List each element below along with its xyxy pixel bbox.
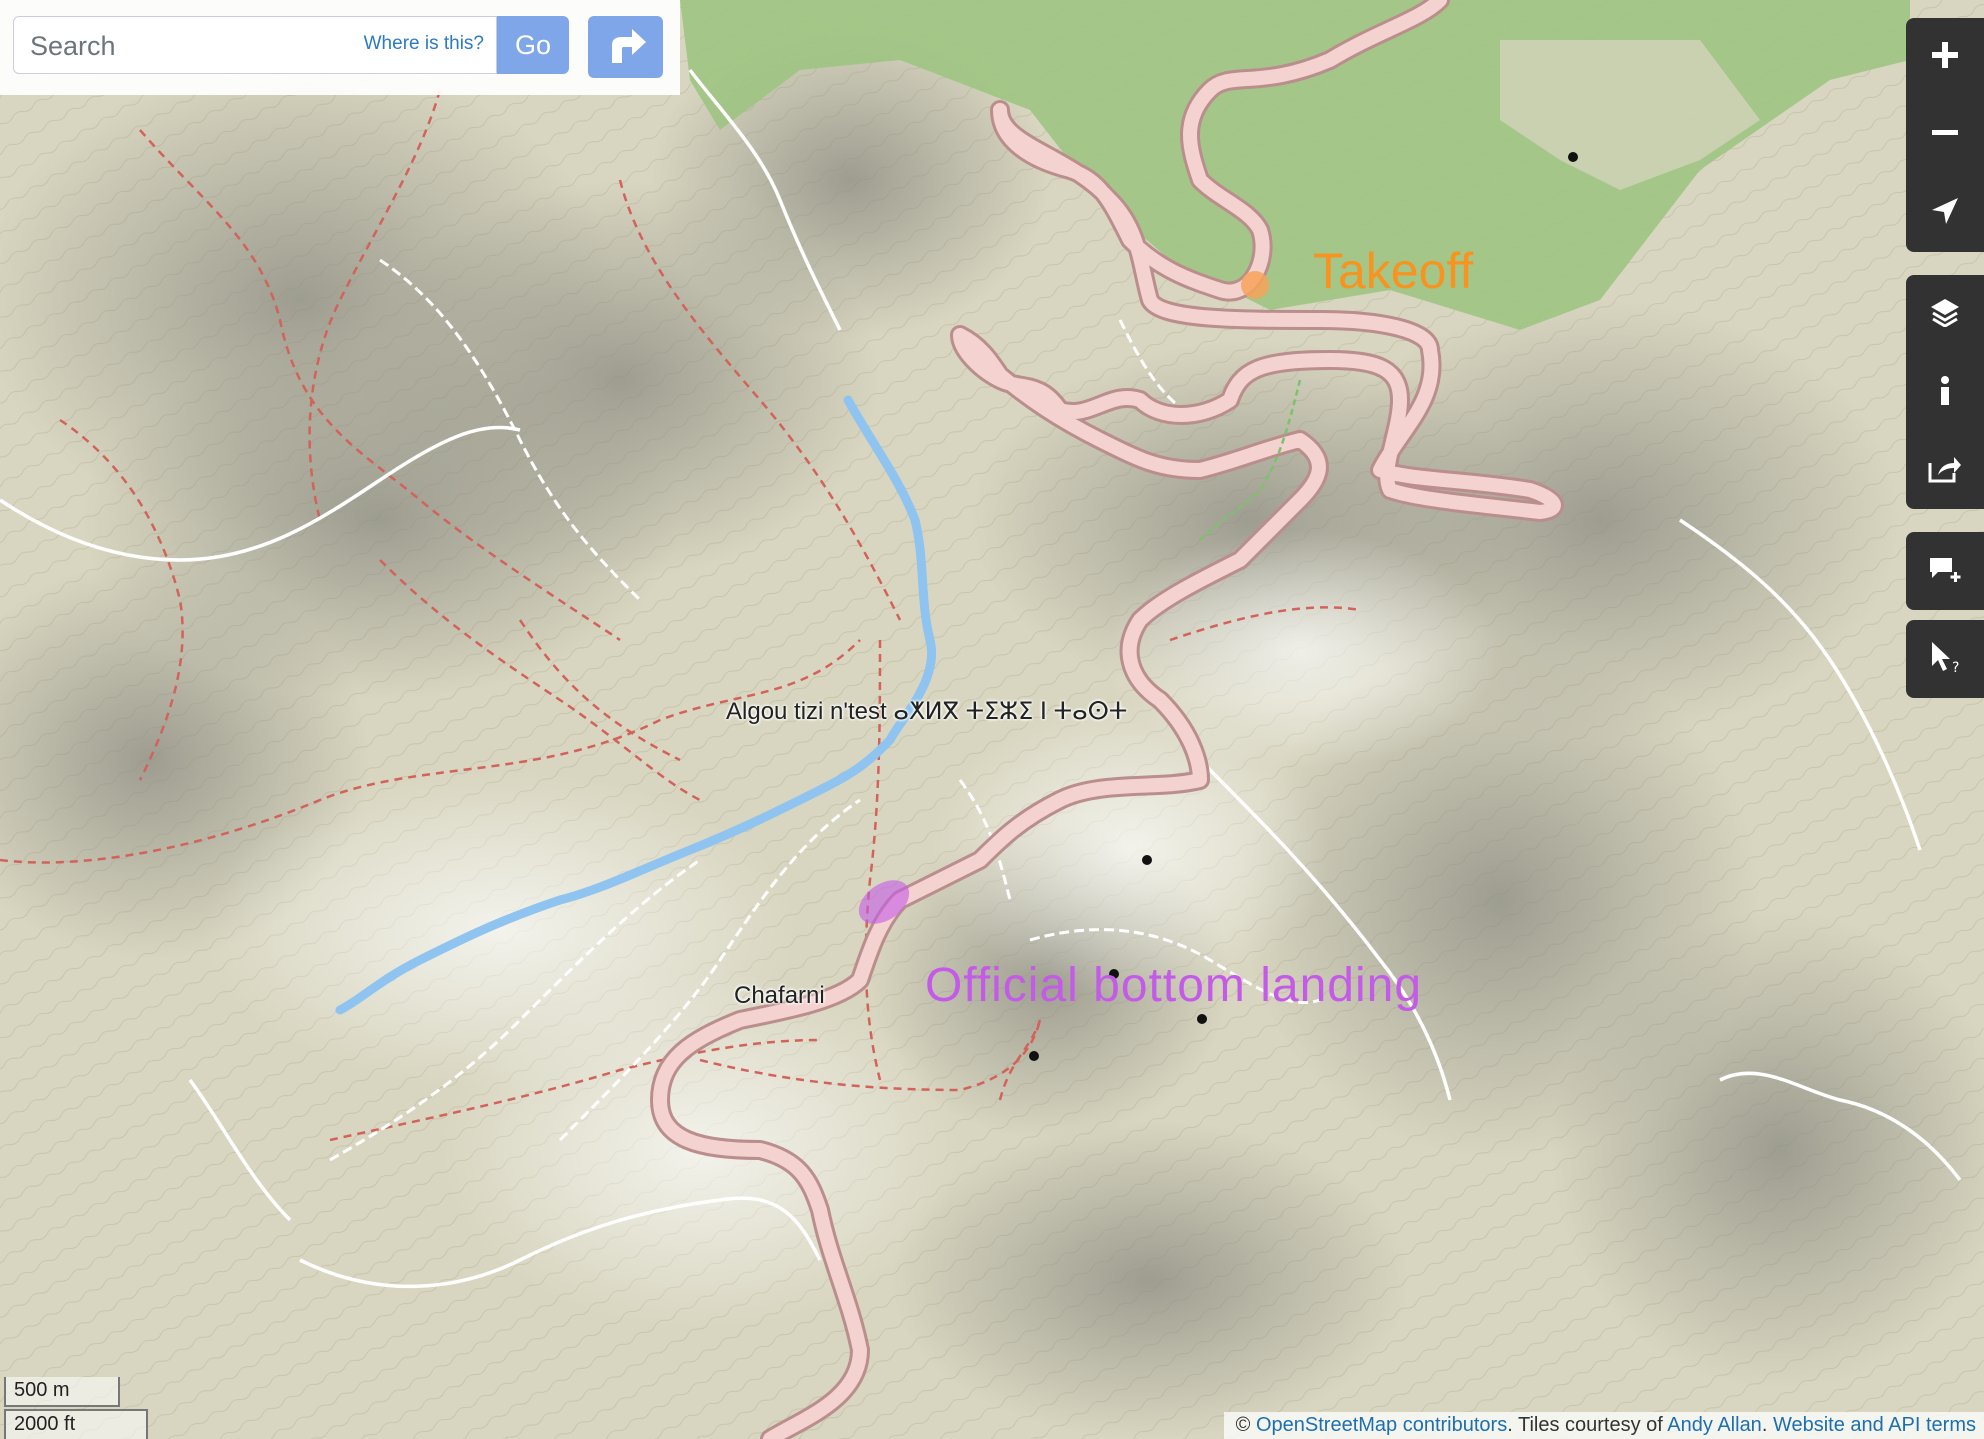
- map-tool-controls: [1906, 275, 1984, 509]
- takeoff-marker[interactable]: [1241, 271, 1269, 299]
- attribution-middle: . Tiles courtesy of: [1507, 1414, 1668, 1436]
- landing-label: Official bottom landing: [925, 959, 1423, 1012]
- note-controls: [1906, 532, 1984, 610]
- place-label-chafarni: Chafarni: [734, 982, 825, 1009]
- layers-icon: [1929, 297, 1961, 332]
- search-box: Where is this?: [13, 16, 497, 74]
- tiles-author-link[interactable]: Andy Allan: [1667, 1414, 1762, 1436]
- add-note-button[interactable]: [1906, 532, 1984, 610]
- map-key-button[interactable]: [1906, 353, 1984, 431]
- zoom-out-button[interactable]: [1906, 96, 1984, 174]
- share-icon: [1928, 453, 1962, 488]
- minus-icon: [1930, 118, 1960, 153]
- plus-icon: [1930, 40, 1960, 75]
- scale-bar: 500 m 2000 ft: [4, 1377, 148, 1439]
- map-canvas[interactable]: Algou tizi n'test ⴰⵅⵍⴳ ⵜⵉⵣⵉ ⵏ ⵜⴰⵙⵜ Chafa…: [0, 0, 1984, 1439]
- attribution-prefix: ©: [1235, 1414, 1256, 1436]
- where-is-this-link[interactable]: Where is this?: [364, 33, 484, 55]
- scale-metric: 500 m: [4, 1377, 120, 1407]
- attribution: © OpenStreetMap contributors. Tiles cour…: [1223, 1412, 1984, 1439]
- takeoff-label: Takeoff: [1313, 243, 1474, 299]
- go-button[interactable]: Go: [497, 16, 569, 74]
- share-button[interactable]: [1906, 431, 1984, 509]
- attribution-sep: .: [1761, 1414, 1773, 1436]
- directions-icon: [604, 25, 648, 70]
- svg-text:?: ?: [1952, 660, 1959, 674]
- map-nav-controls: [1906, 18, 1984, 252]
- directions-button[interactable]: [588, 16, 663, 78]
- info-icon: [1939, 375, 1951, 410]
- scale-imperial: 2000 ft: [4, 1409, 148, 1439]
- add-note-icon: [1928, 554, 1962, 589]
- osm-contributors-link[interactable]: OpenStreetMap contributors: [1256, 1414, 1507, 1436]
- place-label-algou: Algou tizi n'test ⴰⵅⵍⴳ ⵜⵉⵣⵉ ⵏ ⵜⴰⵙⵜ: [726, 698, 1128, 725]
- query-features-button[interactable]: ?: [1906, 620, 1984, 698]
- terms-link[interactable]: Website and API terms: [1773, 1414, 1976, 1436]
- locate-button[interactable]: [1906, 174, 1984, 252]
- query-cursor-icon: ?: [1928, 640, 1962, 679]
- query-controls: ?: [1906, 620, 1984, 698]
- zoom-in-button[interactable]: [1906, 18, 1984, 96]
- layers-button[interactable]: [1906, 275, 1984, 353]
- search-input[interactable]: [28, 25, 352, 67]
- location-arrow-icon: [1930, 196, 1960, 231]
- search-bar: Where is this? Go: [0, 0, 680, 95]
